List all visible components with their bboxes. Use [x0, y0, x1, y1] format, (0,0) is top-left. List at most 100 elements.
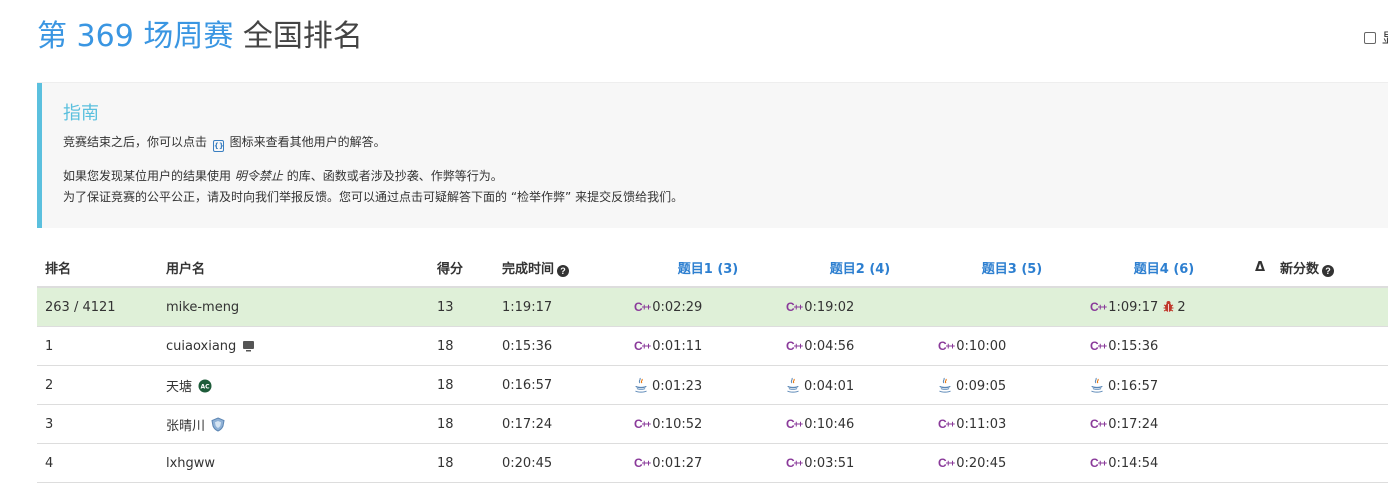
solution-link[interactable]: C++ 1:09:17 2 — [1090, 300, 1186, 315]
solution-link[interactable]: C++ 0:14:54 — [1090, 456, 1158, 471]
cpp-icon: C++ — [938, 338, 955, 353]
help-icon[interactable]: ? — [557, 264, 570, 277]
solution-link[interactable]: 0:04:01 — [786, 377, 854, 394]
header-finish-time: 完成时间? — [502, 248, 632, 288]
solution-link[interactable]: C++ 0:10:00 — [938, 339, 1006, 354]
cpp-icon: C++ — [1090, 455, 1107, 470]
cpp-icon: C++ — [1090, 299, 1107, 314]
guide-title: 指南 — [63, 103, 99, 124]
delta-cell — [1240, 326, 1280, 366]
header-finish-time-label: 完成时间 — [502, 261, 555, 277]
table-row: 2 天塘 AC 18 0:16:57 0:01:23 0:04:01 0:09:05 0:16:… — [37, 365, 1388, 405]
guide-line-1-pre: 竞赛结束之后，你可以点击 — [63, 135, 208, 149]
new-score-cell — [1280, 443, 1388, 483]
user-name-link[interactable]: lxhgww — [166, 456, 215, 471]
header-q1[interactable]: 题目1 (3) — [632, 248, 784, 288]
solution-link[interactable]: C++ 0:11:03 — [938, 417, 1006, 432]
user-name-link[interactable]: cuiaoxiang — [166, 339, 236, 354]
solve-time: 0:17:24 — [1108, 416, 1159, 432]
q1-cell: C++ 0:10:52 — [632, 404, 784, 444]
finish-time-cell: 0:17:24 — [502, 404, 632, 444]
cpp-icon: C++ — [1090, 416, 1107, 431]
q1-cell: C++ 0:02:29 — [632, 287, 784, 327]
score-cell: 18 — [437, 326, 502, 366]
solution-link[interactable]: 0:09:05 — [938, 377, 1006, 394]
user-cell: 天塘 AC — [166, 365, 437, 405]
solve-time: 0:20:45 — [956, 455, 1007, 471]
solution-link[interactable]: 0:16:57 — [1090, 377, 1158, 394]
solution-link[interactable]: C++ 0:10:52 — [634, 417, 702, 432]
header-new-score: 新分数? — [1280, 248, 1388, 288]
solution-link[interactable]: C++ 0:03:51 — [786, 456, 854, 471]
solution-link[interactable]: C++ 0:17:24 — [1090, 417, 1158, 432]
solution-link[interactable]: C++ 0:04:56 — [786, 339, 854, 354]
delta-cell — [1240, 404, 1280, 444]
cpp-icon: C++ — [634, 299, 651, 314]
score-cell: 13 — [437, 287, 502, 327]
code-icon: {} — [212, 140, 224, 152]
solve-time: 0:03:51 — [804, 455, 855, 471]
cpp-icon: C++ — [634, 416, 651, 431]
contest-name[interactable]: 第 369 场周赛 — [37, 19, 233, 54]
solution-link[interactable]: C++ 0:19:02 — [786, 300, 854, 315]
guide-line-2-post: 的库、函数或者涉及抄袭、作弊等行为。 — [286, 169, 503, 183]
q3-cell: C++ 0:20:45 — [936, 443, 1088, 483]
finish-time-cell: 0:15:36 — [502, 326, 632, 366]
header-new-score-label: 新分数 — [1280, 261, 1320, 277]
q1-cell: C++ 0:01:27 — [632, 443, 784, 483]
q4-cell: C++ 0:14:54 — [1088, 443, 1240, 483]
solve-time: 0:19:02 — [804, 299, 855, 315]
cpp-icon: C++ — [786, 455, 803, 470]
header-score: 得分 — [437, 248, 502, 288]
user-name-link[interactable]: 张晴川 — [166, 419, 205, 434]
header-q3[interactable]: 题目3 (5) — [936, 248, 1088, 288]
user-name-link[interactable]: mike-meng — [166, 300, 239, 315]
q4-cell: C++ 0:15:36 — [1088, 326, 1240, 366]
java-icon — [635, 377, 647, 393]
cpp-icon: C++ — [786, 416, 803, 431]
display-option-checkbox[interactable] — [1364, 32, 1376, 44]
q2-cell: 0:04:01 — [784, 365, 936, 405]
solution-link[interactable]: C++ 0:10:46 — [786, 417, 854, 432]
solve-time: 0:15:36 — [1108, 338, 1159, 354]
rank-cell: 2 — [37, 365, 166, 405]
q2-cell: C++ 0:03:51 — [784, 443, 936, 483]
solve-time: 0:11:03 — [956, 416, 1007, 432]
solve-time: 0:02:29 — [652, 299, 703, 315]
q4-cell: 0:16:57 — [1088, 365, 1240, 405]
solution-link[interactable]: C++ 0:02:29 — [634, 300, 702, 315]
cpp-icon: C++ — [786, 299, 803, 314]
solution-link[interactable]: C++ 0:01:27 — [634, 456, 702, 471]
q2-cell: C++ 0:19:02 — [784, 287, 936, 327]
user-cell: lxhgww — [166, 443, 437, 483]
finish-time-cell: 0:16:57 — [502, 365, 632, 405]
solution-link[interactable]: C++ 0:01:11 — [634, 339, 702, 354]
guide-line-1-post: 图标来查看其他用户的解答。 — [229, 135, 386, 149]
new-score-cell — [1280, 326, 1388, 366]
solve-time: 0:01:23 — [652, 378, 703, 394]
delta-cell — [1240, 443, 1280, 483]
delta-cell — [1240, 287, 1280, 327]
q1-cell: C++ 0:01:11 — [632, 326, 784, 366]
solution-link[interactable]: 0:01:23 — [634, 377, 702, 394]
svg-text:AC: AC — [200, 383, 210, 390]
solution-link[interactable]: C++ 0:20:45 — [938, 456, 1006, 471]
header-q2[interactable]: 题目2 (4) — [784, 248, 936, 288]
cpp-icon: C++ — [938, 455, 955, 470]
rank-cell: 3 — [37, 404, 166, 444]
help-icon[interactable]: ? — [1322, 264, 1335, 277]
guide-line-2: 如果您发现某位用户的结果使用 明令禁止 的库、函数或者涉及抄袭、作弊等行为。 — [63, 167, 503, 185]
rank-cell: 1 — [37, 326, 166, 366]
header-user: 用户名 — [166, 248, 437, 288]
q2-cell: C++ 0:04:56 — [784, 326, 936, 366]
page-title-rest: 全国排名 — [242, 19, 363, 54]
new-score-cell — [1280, 365, 1388, 405]
solve-time: 1:09:17 — [1108, 299, 1159, 315]
monitor-badge-icon — [243, 340, 255, 351]
guide-line-2-em: 明令禁止 — [234, 169, 283, 183]
ranking-rows: 263 / 4121 mike-meng 13 1:19:17 C++ 0:02:29 C+… — [37, 287, 1388, 483]
guide-panel: 指南 竞赛结束之后，你可以点击 {} 图标来查看其他用户的解答。 如果您发现某位… — [37, 83, 1388, 228]
solution-link[interactable]: C++ 0:15:36 — [1090, 339, 1158, 354]
user-name-link[interactable]: 天塘 — [166, 380, 192, 395]
header-q4[interactable]: 题目4 (6) — [1088, 248, 1240, 288]
